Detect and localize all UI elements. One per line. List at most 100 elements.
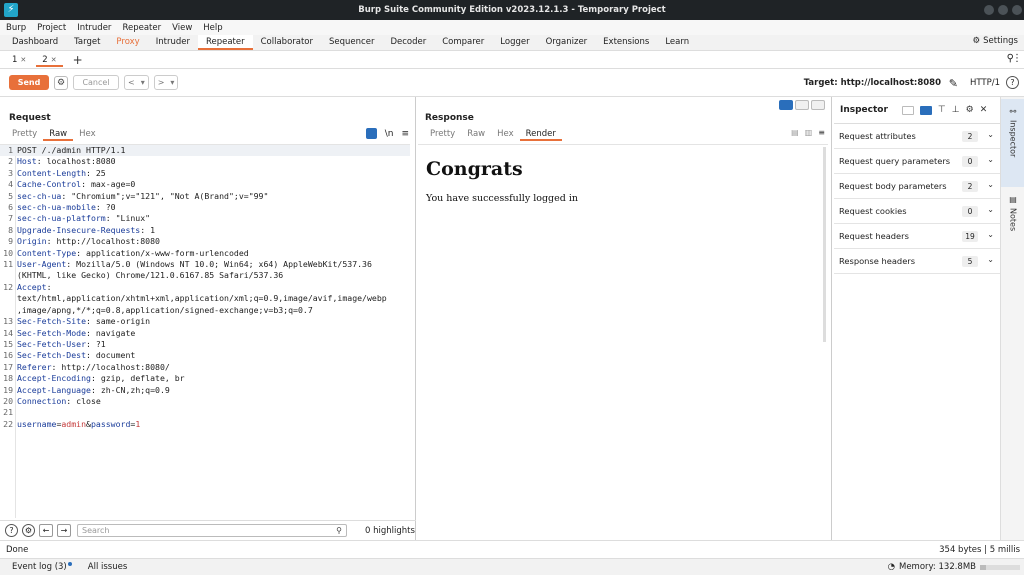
- event-log-button[interactable]: Event log (3): [12, 562, 72, 572]
- request-line: 21: [0, 407, 410, 418]
- edit-target-pencil-icon[interactable]: ✎: [949, 77, 958, 90]
- cancel-button[interactable]: Cancel: [73, 75, 119, 90]
- line-number: 3: [8, 167, 13, 178]
- tab-sequencer[interactable]: Sequencer: [321, 35, 382, 50]
- search-settings-gear-icon[interactable]: ⚙: [22, 524, 35, 537]
- history-forward-button[interactable]: > ▾: [153, 75, 179, 90]
- request-line: 9 Origin: http://localhost:8080: [0, 236, 410, 247]
- line-number: 2: [8, 156, 13, 167]
- tab-repeater[interactable]: Repeater: [197, 35, 253, 50]
- tab-raw[interactable]: Raw: [461, 129, 491, 141]
- header-name: Origin: [17, 236, 47, 247]
- inspector-row-cookies[interactable]: Request cookies 0 ⌄: [834, 199, 1000, 224]
- close-icon[interactable]: ✕: [20, 56, 26, 64]
- tab-collaborator[interactable]: Collaborator: [253, 35, 321, 50]
- header-value: zh-CN,zh;q=0.9: [100, 384, 170, 395]
- align-top-icon[interactable]: ⊤: [938, 105, 946, 115]
- close-icon[interactable]: ✕: [980, 105, 988, 115]
- menu-project[interactable]: Project: [37, 23, 66, 33]
- menu-repeater[interactable]: Repeater: [122, 23, 161, 33]
- inspector-header: Inspector ⊤ ⊥ ⚙ ✕: [834, 97, 1000, 124]
- rail-notes[interactable]: ▤ Notes: [1001, 191, 1024, 251]
- header-value: Mozilla/5.0 (Windows NT 10.0; Win64; x64…: [76, 259, 372, 270]
- menu-help[interactable]: Help: [203, 23, 222, 33]
- repeater-tab-2[interactable]: 2 ✕: [36, 53, 63, 67]
- inspector-row-response-headers[interactable]: Response headers 5 ⌄: [834, 249, 1000, 274]
- history-back-button[interactable]: < ▾: [124, 75, 149, 90]
- layout-tabs-icon[interactable]: [811, 100, 825, 110]
- line-number: 19: [3, 384, 13, 395]
- previous-match-arrow-icon[interactable]: ←: [39, 524, 53, 537]
- send-button[interactable]: Send: [9, 75, 49, 90]
- newline-toggle-icon[interactable]: \n: [385, 129, 394, 139]
- menu-intruder[interactable]: Intruder: [77, 23, 111, 33]
- close-icon[interactable]: ✕: [51, 56, 57, 64]
- close-window-button[interactable]: [1012, 5, 1022, 15]
- layout-toggle-icon[interactable]: [901, 105, 914, 115]
- layout-side-by-side-icon[interactable]: [779, 100, 793, 110]
- tab-intruder[interactable]: Intruder: [148, 35, 198, 50]
- minimize-button[interactable]: [984, 5, 994, 15]
- inspector-row-request-headers[interactable]: Request headers 19 ⌄: [834, 224, 1000, 249]
- header-name: sec-ch-ua-mobile: [17, 202, 96, 213]
- wrap-lines-icon[interactable]: ▤: [791, 128, 799, 137]
- tab-pretty[interactable]: Pretty: [424, 129, 461, 141]
- repeater-tab-1[interactable]: 1 ✕: [6, 53, 32, 67]
- inspector-row-label: Response headers: [839, 256, 916, 266]
- search-input[interactable]: Search ⚲: [77, 524, 347, 537]
- request-editor[interactable]: 1 POST /./admin HTTP/1.1 2 Host: localhost:…: [0, 144, 410, 518]
- tab-proxy[interactable]: Proxy: [108, 35, 147, 50]
- tab-pretty[interactable]: Pretty: [6, 129, 43, 141]
- help-icon[interactable]: ?: [5, 524, 18, 537]
- tab-dashboard[interactable]: Dashboard: [4, 35, 66, 50]
- menu-icon[interactable]: ≡: [818, 128, 825, 137]
- align-center-icon[interactable]: ⊥: [952, 105, 960, 115]
- line-text: text/html,application/xhtml+xml,applicat…: [17, 293, 387, 304]
- send-settings-gear-icon[interactable]: ⚙: [54, 75, 68, 90]
- layout-stacked-icon[interactable]: [795, 100, 809, 110]
- newline-toggle-icon[interactable]: ▥: [805, 128, 813, 137]
- tab-render[interactable]: Render: [519, 129, 562, 141]
- memory-label: Memory: 132.8MB: [898, 562, 976, 572]
- tab-logger[interactable]: Logger: [492, 35, 537, 50]
- inspector-settings-gear-icon[interactable]: ⚙: [966, 105, 974, 115]
- inspector-row-body-params[interactable]: Request body parameters 2 ⌄: [834, 174, 1000, 199]
- header-name: Accept-Language: [17, 384, 91, 395]
- count-badge: 0: [962, 206, 978, 217]
- line-number: 21: [3, 407, 13, 418]
- chevron-left-icon: <: [128, 78, 135, 87]
- line-number: 9: [8, 236, 13, 247]
- param-name-username: username: [17, 418, 57, 429]
- tab-comparer[interactable]: Comparer: [434, 35, 492, 50]
- rail-inspector[interactable]: ⚯ Inspector: [1001, 99, 1024, 187]
- http-version-label[interactable]: HTTP/1: [970, 78, 1000, 88]
- request-line: 17 Referer: http://localhost:8080/: [0, 362, 410, 373]
- wrap-lines-icon[interactable]: [365, 128, 377, 139]
- tab-target[interactable]: Target: [66, 35, 108, 50]
- inspector-row-request-attributes[interactable]: Request attributes 2 ⌄: [834, 124, 1000, 149]
- maximize-button[interactable]: [998, 5, 1008, 15]
- tab-hex[interactable]: Hex: [73, 129, 102, 141]
- inspector-row-label: Request headers: [839, 231, 909, 241]
- tab-hex[interactable]: Hex: [491, 129, 520, 141]
- tab-learn[interactable]: Learn: [657, 35, 697, 50]
- tab-raw[interactable]: Raw: [43, 129, 74, 141]
- more-options-icon[interactable]: ⋮: [1012, 53, 1022, 64]
- menu-icon[interactable]: ≡: [401, 129, 409, 139]
- all-issues-button[interactable]: All issues: [88, 562, 128, 572]
- request-line: 13 Sec-Fetch-Site: same-origin: [0, 316, 410, 327]
- settings-button[interactable]: ⚙ Settings: [973, 36, 1019, 46]
- inspector-row-query-params[interactable]: Request query parameters 0 ⌄: [834, 149, 1000, 174]
- next-match-arrow-icon[interactable]: →: [57, 524, 71, 537]
- scrollbar[interactable]: [823, 147, 826, 342]
- tab-decoder[interactable]: Decoder: [382, 35, 434, 50]
- header-value: http://localhost:8080: [56, 236, 160, 247]
- menu-view[interactable]: View: [172, 23, 192, 33]
- target-label[interactable]: Target: http://localhost:8080: [804, 78, 941, 88]
- help-icon[interactable]: ?: [1006, 76, 1019, 89]
- layout-toggle-icon[interactable]: [919, 105, 932, 115]
- add-tab-button[interactable]: +: [73, 53, 83, 67]
- tab-organizer[interactable]: Organizer: [538, 35, 596, 50]
- tab-extensions[interactable]: Extensions: [595, 35, 657, 50]
- menu-burp[interactable]: Burp: [6, 23, 26, 33]
